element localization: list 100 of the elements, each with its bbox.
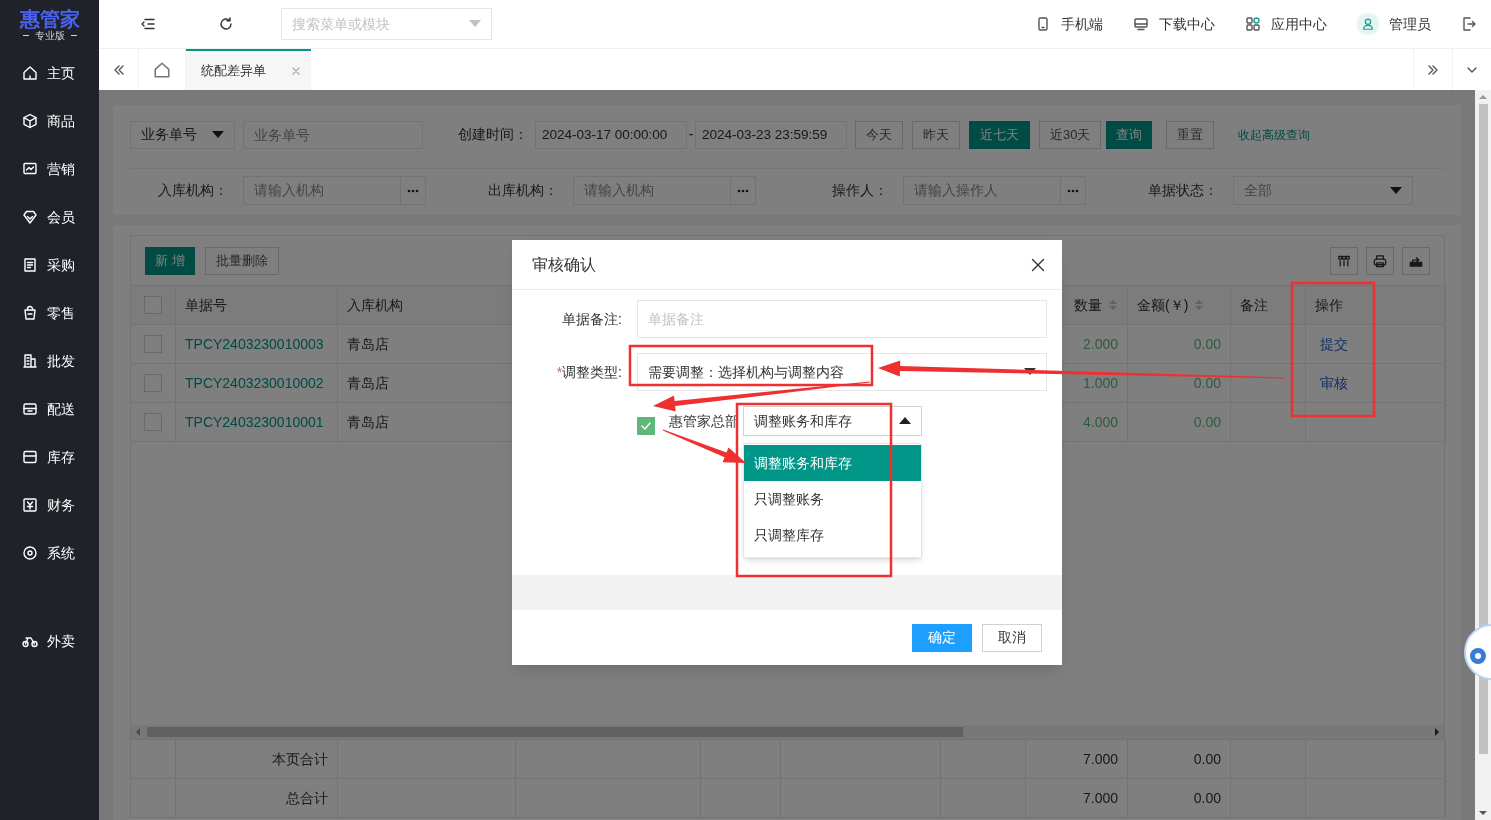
- field-label: 出库机构：: [487, 181, 558, 200]
- lookup-input[interactable]: 请输入机构: [244, 177, 400, 204]
- sort-icon[interactable]: [1108, 298, 1118, 312]
- column-header: 备注: [1240, 295, 1268, 315]
- range-separator: -: [687, 125, 695, 144]
- header-link[interactable]: 应用中心: [1245, 13, 1327, 35]
- toolbar-button[interactable]: 批量删除: [204, 246, 279, 275]
- checkbox[interactable]: [637, 417, 655, 435]
- more-icon[interactable]: [1067, 188, 1079, 193]
- sidebar-item[interactable]: 营销: [0, 145, 99, 193]
- sidebar-item[interactable]: 会员: [0, 193, 99, 241]
- header-link[interactable]: 手机端: [1035, 13, 1103, 35]
- field-label: 单据状态：: [1147, 181, 1218, 200]
- dialog-button[interactable]: 取消: [982, 623, 1042, 652]
- page-tab[interactable]: 统配差异单: [186, 49, 311, 90]
- sidebar-item[interactable]: 库存: [0, 433, 99, 481]
- column-header: 操作: [1315, 295, 1343, 315]
- sort-icon[interactable]: [1194, 298, 1205, 312]
- type-select[interactable]: 业务单号: [130, 120, 235, 149]
- phone-icon: [1035, 16, 1051, 32]
- sidebar-item[interactable]: 外卖: [0, 617, 99, 665]
- caret-icon: [212, 130, 224, 139]
- dropdown-option[interactable]: 只调整账务: [744, 481, 921, 517]
- sidebar-item[interactable]: 采购: [0, 241, 99, 289]
- lookup-field[interactable]: 请输入操作人: [903, 176, 1086, 205]
- table-cell-text: 青岛店: [347, 412, 389, 432]
- dropdown-option[interactable]: 只调整库存: [744, 517, 921, 553]
- lookup-field[interactable]: 请输入机构: [243, 176, 426, 205]
- scroll-up-icon: [1479, 94, 1487, 100]
- yen-icon: [22, 497, 38, 513]
- reset-button[interactable]: 重置: [1166, 120, 1215, 149]
- table-cell-text: 2.000: [1082, 334, 1118, 354]
- refresh-icon[interactable]: [218, 16, 234, 32]
- box-icon: [22, 113, 38, 129]
- range-button[interactable]: 近30天: [1039, 120, 1102, 149]
- caret-icon: [899, 417, 911, 425]
- sidebar-item[interactable]: 商品: [0, 97, 99, 145]
- user-icon: [1361, 17, 1375, 31]
- sidebar-item[interactable]: 系统: [0, 529, 99, 577]
- vertical-scrollbar[interactable]: [1475, 90, 1491, 820]
- sidebar-item[interactable]: 零售: [0, 289, 99, 337]
- table-cell-text: 0.00: [1193, 749, 1221, 769]
- adjust-type-select[interactable]: 需要调整：选择机构与调整内容: [637, 353, 1047, 391]
- apps-icon: [1245, 16, 1261, 32]
- caret-icon: [469, 20, 481, 28]
- check-icon: [640, 420, 652, 432]
- gem-icon: [22, 209, 38, 225]
- date-input[interactable]: 2024-03-17 00:00:00: [535, 120, 687, 149]
- logo-text: 惠管家: [19, 7, 80, 30]
- field-label: *调整类型:: [555, 362, 622, 382]
- bag-icon: [22, 305, 38, 321]
- sidebar-item[interactable]: 主页: [0, 49, 99, 97]
- caret-icon: [1390, 186, 1402, 195]
- column-header: 数量: [1074, 295, 1102, 315]
- sidebar-item[interactable]: 批发: [0, 337, 99, 385]
- field-label: 单据备注:: [561, 309, 622, 329]
- table-cell-text: 0.00: [1193, 334, 1221, 354]
- print-icon: [1372, 252, 1388, 269]
- chart-icon: [22, 161, 38, 177]
- more-icon[interactable]: [407, 188, 419, 193]
- range-button[interactable]: 今天: [855, 120, 903, 149]
- table-tool-button[interactable]: [1402, 246, 1430, 275]
- summary-label: 本页合计: [272, 749, 328, 769]
- sidebar-item[interactable]: 财务: [0, 481, 99, 529]
- lookup-input[interactable]: 请输入操作人: [904, 177, 1060, 204]
- target-icon: [22, 545, 38, 561]
- more-icon[interactable]: [737, 188, 749, 193]
- scroll-down-icon: [1479, 810, 1487, 816]
- header-link[interactable]: 下载中心: [1133, 13, 1215, 35]
- table-tool-button[interactable]: [1330, 246, 1358, 275]
- column-header: 入库机构: [347, 295, 403, 315]
- table-cell-text: 青岛店: [347, 334, 389, 354]
- dropdown-option[interactable]: 调整账务和库存: [744, 445, 921, 481]
- field-label: 创建时间：: [458, 125, 528, 144]
- building-icon: [22, 353, 38, 369]
- menu-fold-icon[interactable]: [140, 16, 156, 32]
- date-input[interactable]: 2024-03-23 23:59:59: [695, 120, 847, 149]
- adjust-mode-select[interactable]: 调整账务和库存: [743, 406, 922, 436]
- tray-icon: [22, 449, 38, 465]
- close-icon[interactable]: [1031, 257, 1045, 272]
- lookup-field[interactable]: 请输入机构: [573, 176, 756, 205]
- list-icon: [22, 257, 38, 273]
- dialog-title: 审核确认: [532, 254, 596, 275]
- sidebar-item[interactable]: 配送: [0, 385, 99, 433]
- horizontal-scrollbar[interactable]: [131, 725, 1444, 739]
- scroll-right-icon: [1434, 728, 1440, 736]
- header-link[interactable]: 管理员: [1357, 13, 1431, 35]
- home-icon: [153, 60, 171, 79]
- lookup-input[interactable]: 请输入机构: [574, 177, 730, 204]
- column-header: 金额(￥): [1137, 295, 1189, 315]
- table-cell-text: 0.00: [1193, 373, 1221, 393]
- crate-icon: [22, 401, 38, 417]
- table-cell-text: 4.000: [1082, 412, 1118, 432]
- range-button[interactable]: 昨天: [912, 120, 960, 149]
- edition-label: 专业版: [34, 29, 65, 42]
- table-tool-button[interactable]: [1366, 246, 1394, 275]
- column-header: 单据号: [185, 295, 227, 315]
- logout-icon[interactable]: [1461, 16, 1477, 32]
- table-cell-text: 7.000: [1082, 788, 1118, 808]
- remark-input[interactable]: 单据备注: [637, 300, 1047, 338]
